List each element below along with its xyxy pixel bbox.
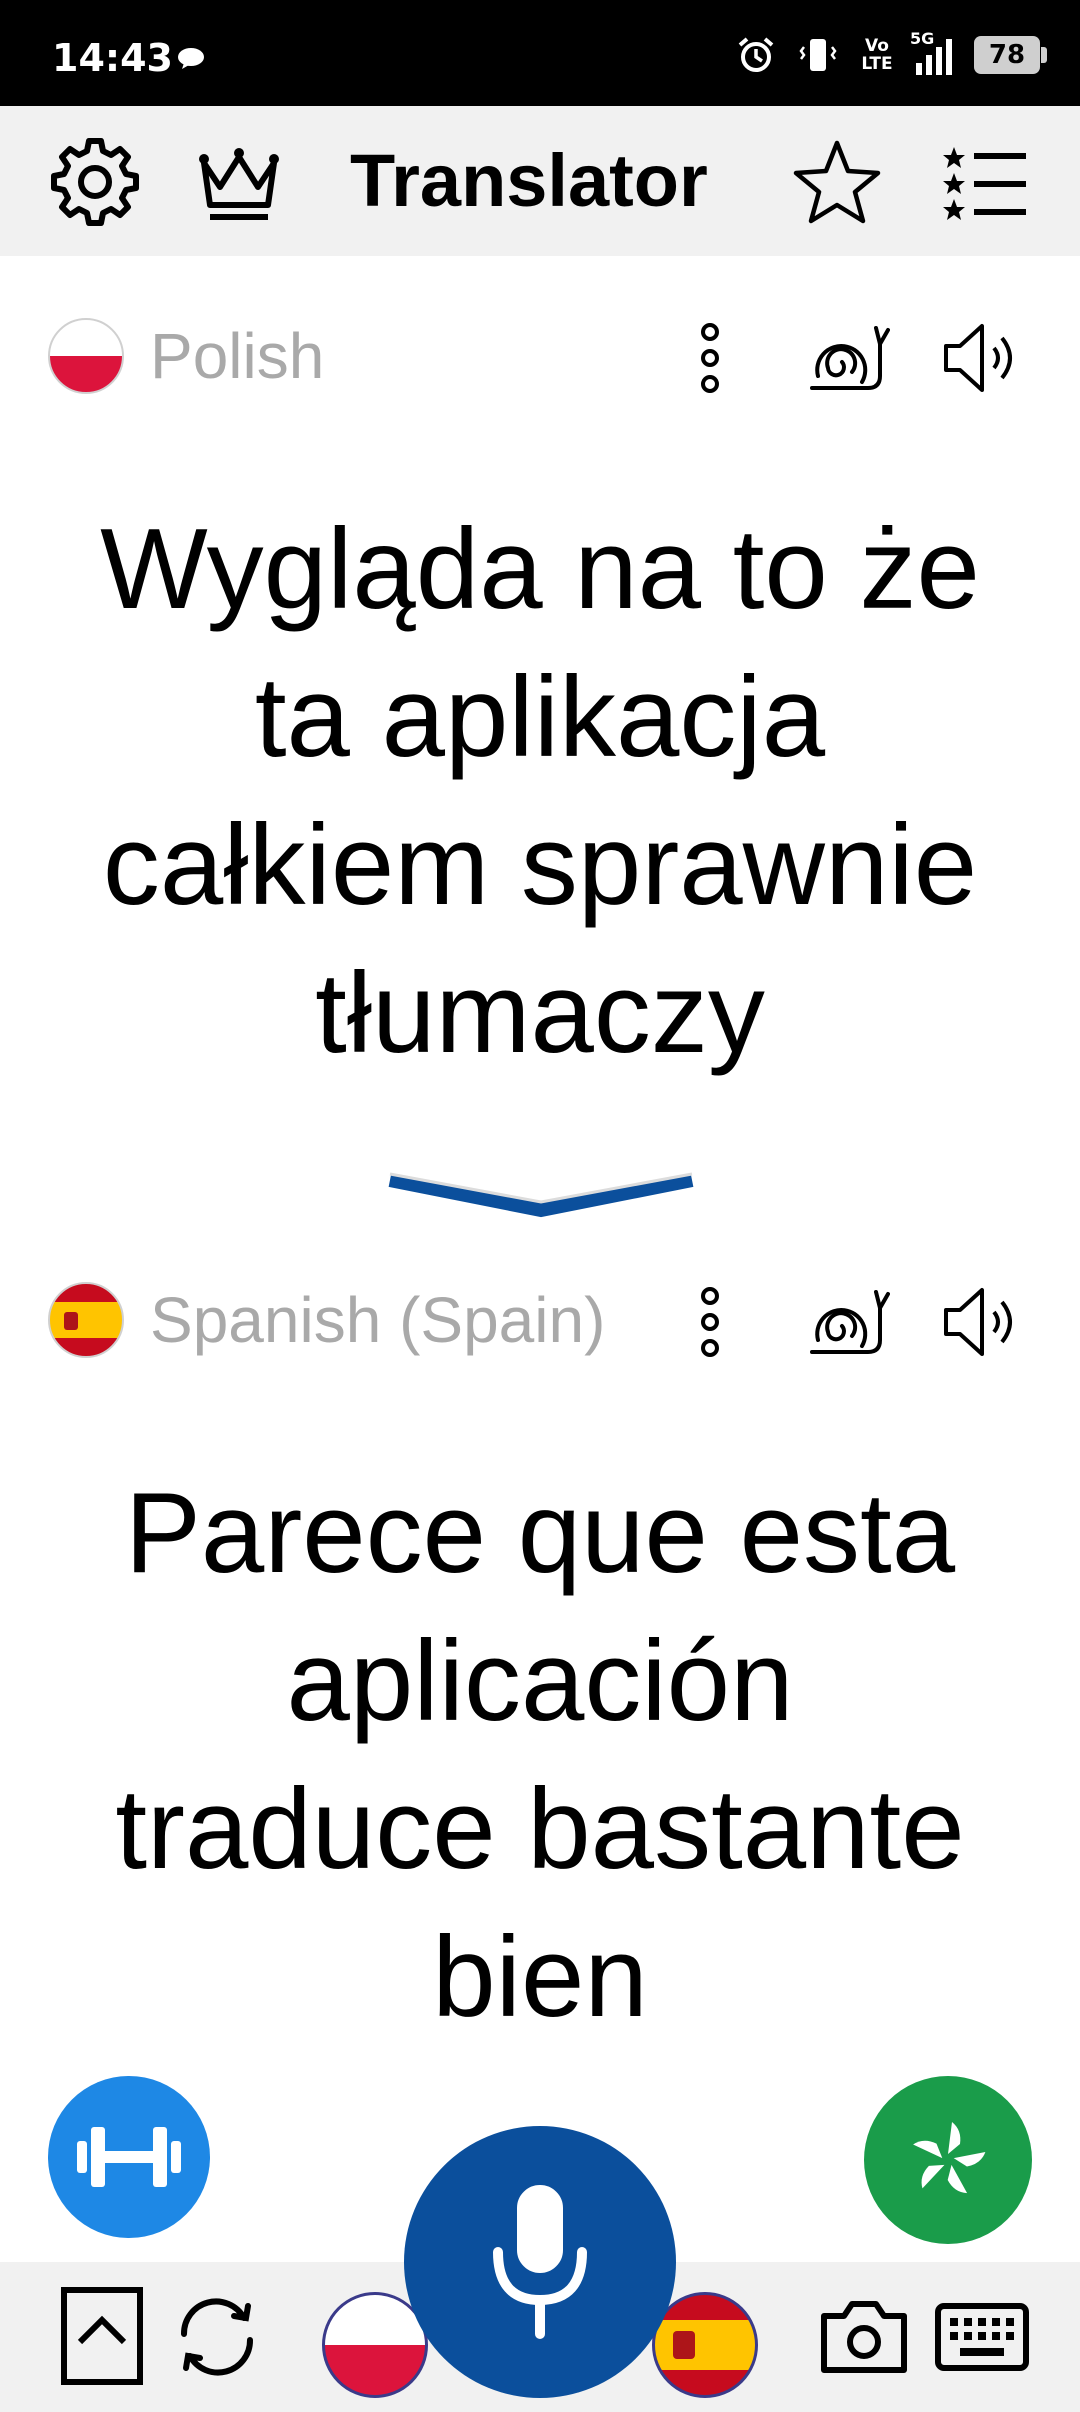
- volte-indicator: Vo LTE: [861, 36, 893, 74]
- slow-speech-snail-icon[interactable]: [806, 1280, 890, 1364]
- status-bar: 14:43 Vo LTE 5G 78: [0, 0, 1080, 106]
- source-text-line: Wygląda na to że: [100, 506, 980, 633]
- crown-premium-icon[interactable]: [194, 137, 284, 227]
- pinwheel-icon: [913, 2122, 986, 2194]
- more-options-icon[interactable]: [668, 316, 752, 400]
- camera-icon[interactable]: [818, 2296, 910, 2376]
- signal-indicator: 5G: [910, 29, 952, 75]
- slow-speech-snail-icon[interactable]: [806, 316, 890, 400]
- source-language-row[interactable]: Polish: [0, 298, 1080, 398]
- source-text-line: ta aplikacja: [254, 654, 826, 781]
- speaker-icon[interactable]: [940, 316, 1024, 400]
- target-text-line: traduce bastante: [115, 1766, 965, 1893]
- divider-chevron-icon: [388, 1172, 694, 1218]
- dumbbell-icon: [77, 2127, 181, 2187]
- ai-assistant-button[interactable]: [864, 2076, 1032, 2244]
- app-bar: Translator: [0, 106, 1080, 256]
- starred-list-icon[interactable]: [940, 137, 1030, 227]
- star-favorite-icon[interactable]: [792, 137, 882, 227]
- source-text-line: całkiem sprawnie: [102, 802, 978, 929]
- swap-languages-icon[interactable]: [172, 2294, 262, 2380]
- microphone-button[interactable]: [404, 2126, 676, 2398]
- chat-notification-icon: [178, 48, 204, 69]
- microphone-icon: [493, 2185, 587, 2339]
- poland-flag-icon[interactable]: [48, 318, 124, 394]
- more-options-icon[interactable]: [668, 1280, 752, 1364]
- target-text-line: aplicación: [286, 1618, 794, 1745]
- keyboard-icon[interactable]: [934, 2302, 1030, 2372]
- source-text[interactable]: Wygląda na to że ta aplikacja całkiem sp…: [0, 496, 1080, 1088]
- target-language-row[interactable]: Spanish (Spain): [0, 1262, 1080, 1362]
- battery-indicator: 78: [974, 36, 1047, 74]
- settings-gear-icon[interactable]: [50, 137, 140, 227]
- practice-dumbbell-button[interactable]: [48, 2076, 210, 2238]
- vibrate-icon: [799, 39, 837, 71]
- status-icons: Vo LTE 5G 78: [736, 29, 1047, 80]
- source-language-label[interactable]: Polish: [150, 320, 324, 392]
- spain-flag-icon[interactable]: [48, 1282, 124, 1358]
- alarm-icon: [738, 37, 774, 72]
- network-type: 5G: [910, 29, 935, 48]
- app-title: Translator: [350, 139, 708, 222]
- expand-up-icon[interactable]: [60, 2286, 144, 2386]
- target-text-line: bien: [432, 1914, 648, 2041]
- target-text[interactable]: Parece que esta aplicación traduce basta…: [0, 1460, 1080, 2052]
- target-language-label[interactable]: Spanish (Spain): [150, 1284, 605, 1356]
- status-time: 14:43: [52, 36, 173, 80]
- speaker-icon[interactable]: [940, 1280, 1024, 1364]
- source-text-line: tłumaczy: [315, 950, 765, 1077]
- target-text-line: Parece que esta: [124, 1470, 956, 1597]
